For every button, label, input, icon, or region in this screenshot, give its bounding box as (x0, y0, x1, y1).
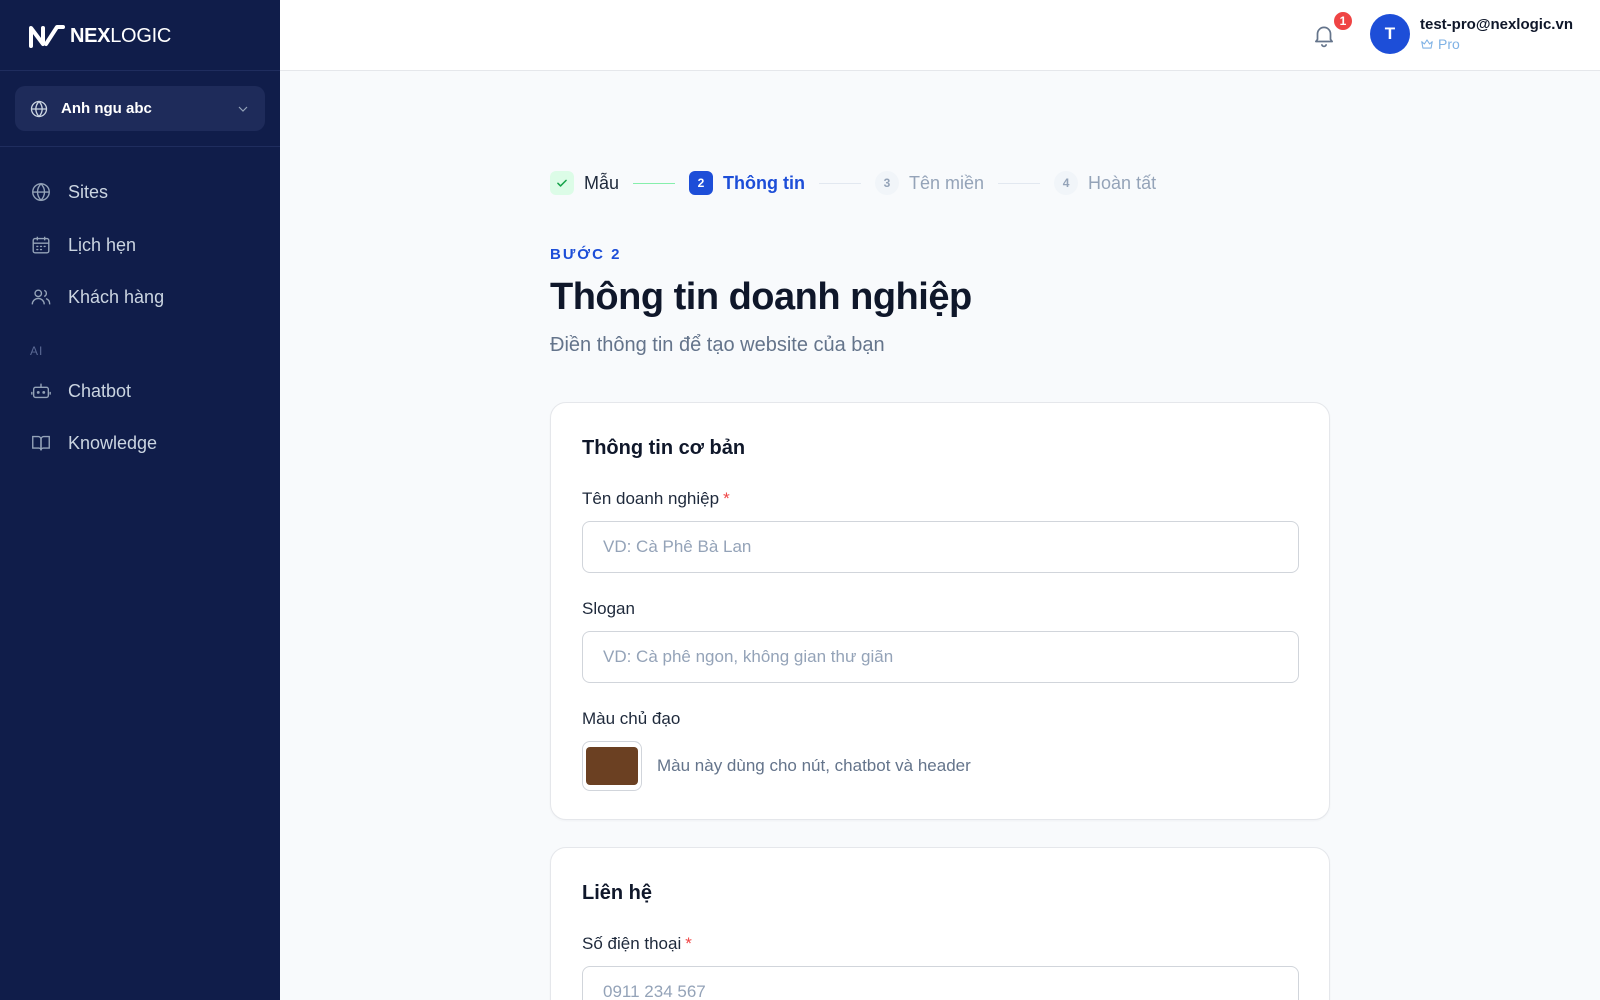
sidebar-item-label: Lịch hẹn (68, 234, 137, 255)
top-bar: 1 T test-pro@nexlogic.vn Pro (280, 0, 1600, 71)
phone-input[interactable] (582, 966, 1299, 1000)
basic-info-card: Thông tin cơ bản Tên doanh nghiệp* Sloga… (550, 402, 1330, 820)
user-plan: Pro (1420, 36, 1460, 52)
step-connector (998, 182, 1041, 184)
sidebar-item-label: Sites (68, 181, 109, 202)
color-hint: Màu này dùng cho nút, chatbot và header (657, 756, 971, 775)
sidebar-item-label: Knowledge (68, 432, 158, 453)
logo-wordmark: NEXLOGIC (70, 24, 171, 47)
check-icon (550, 171, 574, 195)
site-selector-label: Anh ngu abc (61, 100, 152, 117)
sidebar-item-chatbot[interactable]: Chatbot (30, 378, 131, 404)
step-number: 3 (874, 171, 899, 195)
crown-icon (1421, 39, 1433, 49)
sidebar-item-appointments[interactable]: Lịch hẹn (30, 232, 136, 258)
contact-card: Liên hệ Số điện thoại * (550, 847, 1330, 1000)
color-picker[interactable] (582, 741, 642, 791)
chevron-down-icon (238, 106, 248, 112)
sidebar-item-label: Khách hàng (68, 286, 165, 307)
step-label: Thông tin (723, 172, 805, 193)
sidebar-item-label: Chatbot (68, 380, 132, 401)
required-mark: * (723, 489, 730, 508)
avatar[interactable]: T (1370, 14, 1410, 54)
phone-label: Số điện thoại * (582, 934, 692, 953)
sidebar: NEXLOGIC Anh ngu abc Sites Lịch hẹn Khác… (0, 0, 280, 1000)
sidebar-item-knowledge[interactable]: Knowledge (30, 430, 157, 456)
step-label: Hoàn tất (1088, 172, 1157, 193)
globe-icon (32, 182, 50, 202)
notification-badge: 1 (1332, 10, 1354, 32)
logo-mark-icon (29, 25, 65, 48)
users-icon (31, 289, 51, 305)
step-label: Mẫu (584, 172, 620, 193)
step-connector (818, 182, 861, 184)
sidebar-item-customers[interactable]: Khách hàng (30, 284, 164, 310)
slogan-input[interactable] (582, 631, 1299, 683)
color-swatch (586, 747, 638, 785)
sidebar-section-ai: AI (30, 344, 44, 358)
step-number: 2 (689, 171, 714, 195)
step-template[interactable]: Mẫu (550, 171, 619, 195)
sidebar-divider (0, 146, 280, 147)
bot-icon (31, 383, 51, 399)
step-number: 4 (1054, 171, 1079, 195)
primary-color-label: Màu chủ đạo (582, 709, 681, 728)
user-plan-label: Pro (1438, 36, 1460, 52)
calendar-icon (32, 236, 50, 254)
nexlogic-logo[interactable]: NEXLOGIC (28, 22, 171, 50)
required-mark: * (685, 934, 692, 953)
step-label: Tên miền (908, 172, 985, 193)
page-subtitle: Điền thông tin để tạo website của bạn (550, 334, 885, 356)
sidebar-divider (0, 70, 280, 71)
step-finish: 4 Hoàn tất (1054, 171, 1156, 195)
card-title: Liên hệ (582, 882, 653, 904)
site-selector[interactable]: Anh ngu abc (15, 86, 265, 131)
card-title: Thông tin cơ bản (582, 437, 746, 459)
step-eyebrow: BƯỚC 2 (550, 246, 622, 263)
business-name-input[interactable] (582, 521, 1299, 573)
globe-icon (30, 100, 48, 117)
step-info[interactable]: 2 Thông tin (689, 171, 805, 195)
business-name-label: Tên doanh nghiệp * (582, 489, 730, 508)
slogan-label: Slogan (582, 599, 635, 618)
step-connector (633, 182, 676, 184)
step-domain: 3 Tên miền (874, 171, 985, 195)
sidebar-item-sites[interactable]: Sites (30, 179, 108, 205)
stepper: Mẫu 2 Thông tin 3 Tên miền 4 Hoàn tất (550, 168, 1156, 198)
user-email[interactable]: test-pro@nexlogic.vn (1420, 16, 1580, 33)
book-icon (32, 435, 50, 451)
page-title: Thông tin doanh nghiệp (550, 276, 972, 318)
